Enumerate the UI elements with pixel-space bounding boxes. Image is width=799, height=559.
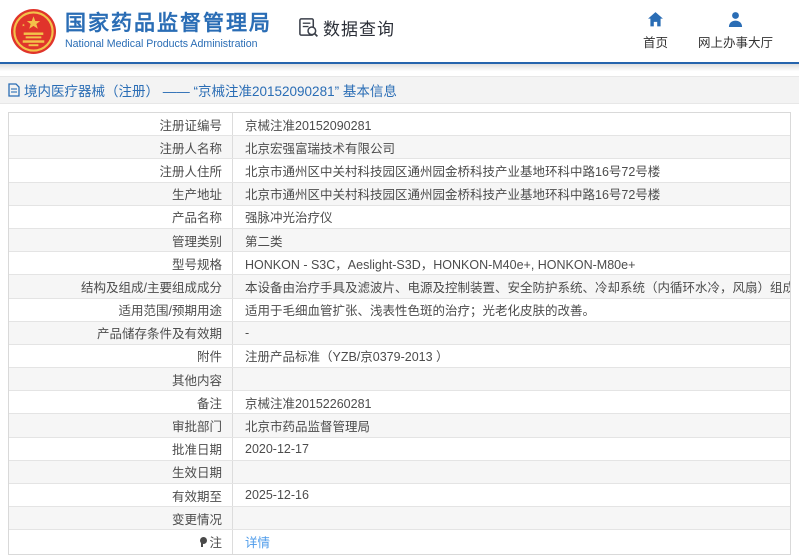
row-label: 管理类别: [9, 229, 233, 251]
national-emblem-logo: [10, 8, 57, 55]
row-value: [233, 461, 790, 483]
table-row: 变更情况: [9, 507, 790, 530]
row-label: 审批部门: [9, 414, 233, 436]
row-value: 第二类: [233, 229, 790, 251]
row-value: 北京市通州区中关村科技园区通州园金桥科技产业基地环科中路16号72号楼: [233, 183, 790, 205]
row-label: 附件: [9, 345, 233, 367]
table-row: 型号规格HONKON - S3C，Aeslight-S3D，HONKON-M40…: [9, 252, 790, 275]
row-label: 产品名称: [9, 206, 233, 228]
row-value: 本设备由治疗手具及滤波片、电源及控制装置、安全防护系统、冷却系统（内循环水冷，风…: [233, 275, 790, 297]
table-row: 有效期至2025-12-16: [9, 484, 790, 507]
row-label: 注册证编号: [9, 113, 233, 135]
row-label: 结构及组成/主要组成成分: [9, 275, 233, 297]
table-row: 备注京械注准20152260281: [9, 391, 790, 414]
row-value: 详情: [233, 530, 790, 553]
data-query-section[interactable]: 数据查询: [298, 15, 395, 40]
table-row: 注册人住所北京市通州区中关村科技园区通州园金桥科技产业基地环科中路16号72号楼: [9, 159, 790, 182]
table-row: 其他内容: [9, 368, 790, 391]
table-row: 批准日期2020-12-17: [9, 438, 790, 461]
nav-item-label: 首页: [643, 32, 668, 51]
page-title: 国家药品监督管理局: [65, 12, 272, 36]
row-label: 注册人住所: [9, 159, 233, 181]
row-label: 型号规格: [9, 252, 233, 274]
row-value: -: [233, 322, 790, 344]
row-value: 北京宏强富瑞技术有限公司: [233, 136, 790, 158]
row-label: 变更情况: [9, 507, 233, 529]
site-header: 国家药品监督管理局 National Medical Products Admi…: [0, 0, 799, 62]
table-row: 产品储存条件及有效期-: [9, 322, 790, 345]
document-search-icon: [298, 17, 319, 38]
details-link[interactable]: 详情: [245, 532, 270, 551]
row-label: 有效期至: [9, 484, 233, 506]
row-value: 2020-12-17: [233, 438, 790, 460]
row-label: 注: [9, 530, 233, 553]
table-row: 注册证编号京械注准20152090281: [9, 113, 790, 136]
table-row: 适用范围/预期用途适用于毛细血管扩张、浅表性色斑的治疗；光老化皮肤的改善。: [9, 299, 790, 322]
row-value: [233, 368, 790, 390]
nav-item-service-hall[interactable]: 网上办事大厅: [698, 11, 773, 51]
header-shadow: [0, 64, 799, 71]
top-nav: 首页 网上办事大厅: [643, 11, 773, 51]
document-icon: [8, 83, 20, 97]
table-row: 附件注册产品标准（YZB/京0379-2013 ）: [9, 345, 790, 368]
breadcrumb-text: 境内医疗器械（注册） —— “京械注准20152090281” 基本信息: [24, 80, 397, 100]
page-subtitle: National Medical Products Administration: [65, 38, 272, 50]
site-brand: 国家药品监督管理局 National Medical Products Admi…: [65, 12, 272, 49]
row-value: 京械注准20152260281: [233, 391, 790, 413]
table-row: 生产地址北京市通州区中关村科技园区通州园金桥科技产业基地环科中路16号72号楼: [9, 183, 790, 206]
home-icon: [647, 11, 664, 28]
row-label: 生产地址: [9, 183, 233, 205]
row-label: 其他内容: [9, 368, 233, 390]
table-row: 注册人名称北京宏强富瑞技术有限公司: [9, 136, 790, 159]
row-label: 备注: [9, 391, 233, 413]
row-value: 京械注准20152090281: [233, 113, 790, 135]
row-value: HONKON - S3C，Aeslight-S3D，HONKON-M40e+, …: [233, 252, 790, 274]
nav-item-label: 网上办事大厅: [698, 32, 773, 51]
table-row: 管理类别第二类: [9, 229, 790, 252]
table-row: 产品名称强脉冲光治疗仪: [9, 206, 790, 229]
row-value: 强脉冲光治疗仪: [233, 206, 790, 228]
row-value: 适用于毛细血管扩张、浅表性色斑的治疗；光老化皮肤的改善。: [233, 299, 790, 321]
row-value: [233, 507, 790, 529]
person-icon: [727, 11, 744, 28]
row-value: 北京市通州区中关村科技园区通州园金桥科技产业基地环科中路16号72号楼: [233, 159, 790, 181]
pin-icon: [199, 537, 207, 547]
row-value: 2025-12-16: [233, 484, 790, 506]
info-table: 注册证编号京械注准20152090281注册人名称北京宏强富瑞技术有限公司注册人…: [8, 112, 791, 555]
row-label: 批准日期: [9, 438, 233, 460]
row-value: 北京市药品监督管理局: [233, 414, 790, 436]
table-row: 结构及组成/主要组成成分本设备由治疗手具及滤波片、电源及控制装置、安全防护系统、…: [9, 275, 790, 298]
breadcrumb: 境内医疗器械（注册） —— “京械注准20152090281” 基本信息: [0, 76, 799, 104]
data-query-label: 数据查询: [323, 15, 395, 40]
table-row: 注详情: [9, 530, 790, 553]
row-value: 注册产品标准（YZB/京0379-2013 ）: [233, 345, 790, 367]
row-label: 生效日期: [9, 461, 233, 483]
row-label: 注册人名称: [9, 136, 233, 158]
table-row: 审批部门北京市药品监督管理局: [9, 414, 790, 437]
nav-item-home[interactable]: 首页: [643, 11, 668, 51]
row-label: 产品储存条件及有效期: [9, 322, 233, 344]
table-row: 生效日期: [9, 461, 790, 484]
row-label: 适用范围/预期用途: [9, 299, 233, 321]
